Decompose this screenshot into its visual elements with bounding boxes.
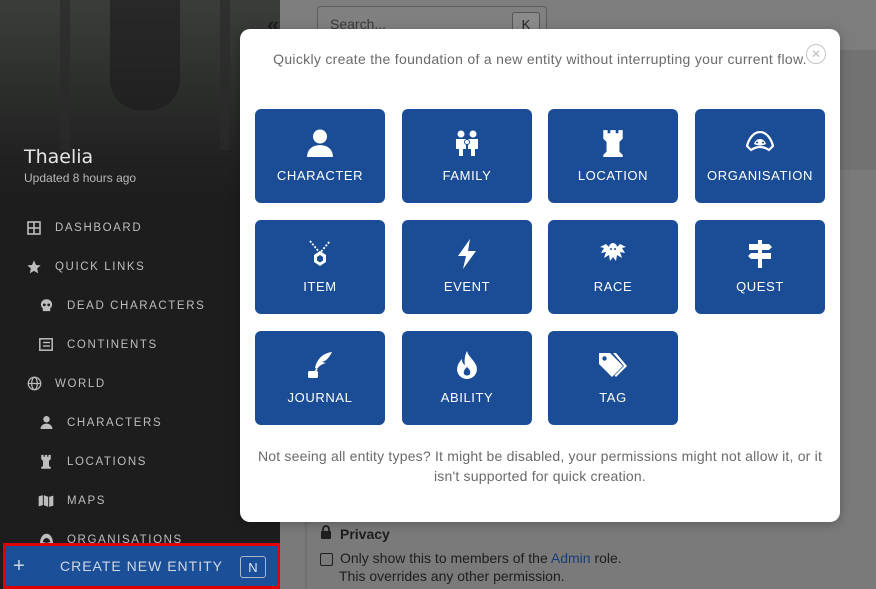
- tile-label: FAMILY: [442, 168, 492, 183]
- globe-icon: [25, 375, 43, 393]
- admin-only-note: This overrides any other permission.: [339, 568, 565, 584]
- tile-label: CHARACTER: [276, 168, 364, 183]
- map-icon: [37, 492, 55, 510]
- sidebar-item-world[interactable]: WORLD: [0, 364, 280, 403]
- sidebar-item-label: DEAD CHARACTERS: [67, 299, 206, 312]
- tile-ability[interactable]: ABILITY: [402, 331, 532, 425]
- user-icon: [307, 128, 333, 158]
- tags-icon: [598, 350, 628, 380]
- sidebar: Thaelia Updated 8 hours ago DASHBOARD QU…: [0, 0, 280, 589]
- create-new-entity-label: CREATE NEW ENTITY: [60, 558, 223, 574]
- tile-label: JOURNAL: [287, 390, 353, 405]
- plus-icon: +: [13, 554, 25, 577]
- flame-icon: [455, 350, 479, 380]
- signpost-icon: [747, 239, 773, 269]
- modal-footer: Not seeing all entity types? It might be…: [257, 448, 823, 484]
- sidebar-item-dashboard[interactable]: DASHBOARD: [0, 208, 280, 247]
- tile-character[interactable]: CHARACTER: [255, 109, 385, 203]
- tile-race[interactable]: RACE: [548, 220, 678, 314]
- sidebar-item-label: CHARACTERS: [67, 416, 163, 429]
- sidebar-item-label: DASHBOARD: [55, 221, 143, 234]
- admin-only-checkbox-row[interactable]: Only show this to members of the Admin r…: [320, 550, 820, 566]
- sidebar-item-label: WORLD: [55, 377, 106, 390]
- sidebar-item-continents[interactable]: CONTINENTS: [0, 325, 280, 364]
- create-new-entity-button[interactable]: + CREATE NEW ENTITY N: [3, 543, 280, 589]
- tile-family[interactable]: FAMILY: [402, 109, 532, 203]
- tile-label: QUEST: [736, 279, 784, 294]
- world-updated: Updated 8 hours ago: [24, 171, 137, 185]
- star-icon: [25, 258, 43, 276]
- world-banner: [0, 0, 280, 200]
- tile-label: TAG: [599, 390, 627, 405]
- tile-label: LOCATION: [577, 168, 649, 183]
- sidebar-item-label: MAPS: [67, 494, 106, 507]
- dashboard-icon: [25, 219, 43, 237]
- skull-icon: [37, 297, 55, 315]
- amulet-icon: [307, 239, 333, 269]
- quick-create-modal: ✕ Quickly create the foundation of a new…: [240, 29, 840, 522]
- quill-ink-icon: [306, 350, 334, 380]
- create-shortcut-key: N: [240, 556, 266, 578]
- tile-tag[interactable]: TAG: [548, 331, 678, 425]
- admin-only-checkbox[interactable]: [320, 553, 333, 566]
- tile-label: EVENT: [443, 279, 491, 294]
- modal-intro: Quickly create the foundation of a new e…: [273, 51, 807, 67]
- admin-role-link[interactable]: Admin: [551, 550, 591, 566]
- sidebar-item-dead-characters[interactable]: DEAD CHARACTERS: [0, 286, 280, 325]
- sidebar-item-characters[interactable]: CHARACTERS: [0, 403, 280, 442]
- tile-quest[interactable]: QUEST: [695, 220, 825, 314]
- admin-only-label: Only show this to members of the Admin r…: [340, 550, 622, 566]
- sidebar-item-locations[interactable]: LOCATIONS: [0, 442, 280, 481]
- tile-organisation[interactable]: ORGANISATION: [695, 109, 825, 203]
- admin-only-label-before: Only show this to members of the: [340, 550, 551, 566]
- user-icon: [37, 414, 55, 432]
- tower-icon: [602, 128, 624, 158]
- admin-only-label-after: role.: [590, 550, 622, 566]
- tile-label: ABILITY: [440, 390, 494, 405]
- world-name[interactable]: Thaelia: [24, 146, 93, 168]
- family-icon: [455, 128, 479, 158]
- banner-doorway: [110, 0, 180, 110]
- tile-journal[interactable]: JOURNAL: [255, 331, 385, 425]
- sidebar-nav: DASHBOARD QUICK LINKS DEAD CHARACTERS CO…: [0, 208, 280, 559]
- sidebar-item-maps[interactable]: MAPS: [0, 481, 280, 520]
- sidebar-item-label: CONTINENTS: [67, 338, 158, 351]
- sidebar-item-label: LOCATIONS: [67, 455, 148, 468]
- privacy-heading-text: Privacy: [340, 525, 390, 542]
- tile-event[interactable]: EVENT: [402, 220, 532, 314]
- dragon-icon: [599, 239, 627, 269]
- lightning-icon: [457, 239, 477, 269]
- hood-icon: [746, 128, 774, 158]
- privacy-heading: Privacy: [320, 525, 820, 542]
- privacy-section: Privacy Only show this to members of the…: [320, 525, 820, 584]
- tile-label: ORGANISATION: [707, 168, 813, 183]
- sidebar-item-quick-links[interactable]: QUICK LINKS: [0, 247, 280, 286]
- tile-label: RACE: [593, 279, 633, 294]
- list-icon: [37, 336, 55, 354]
- tile-location[interactable]: LOCATION: [548, 109, 678, 203]
- castle-icon: [37, 453, 55, 471]
- tile-label: ITEM: [303, 279, 337, 294]
- lock-icon: [320, 525, 332, 542]
- sidebar-item-label: QUICK LINKS: [55, 260, 146, 273]
- tile-item[interactable]: ITEM: [255, 220, 385, 314]
